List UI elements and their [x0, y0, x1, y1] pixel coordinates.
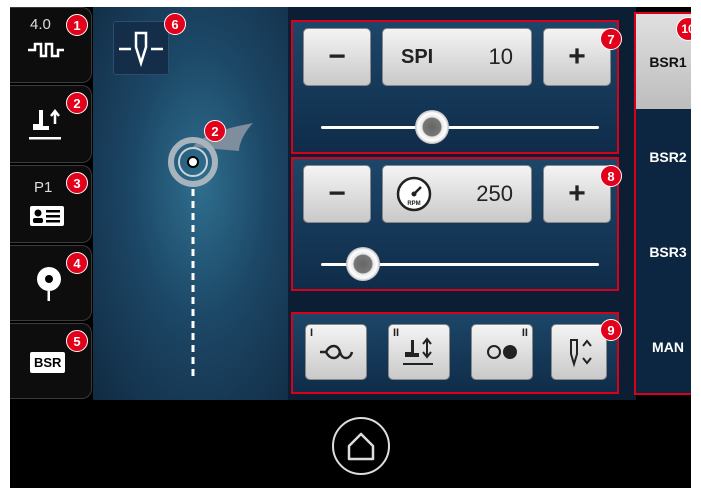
presser-foot-up-down-icon — [403, 337, 433, 365]
tab-bsr2[interactable]: BSR2 — [636, 109, 691, 204]
speed-group: − RPM 250 + 8 — [291, 157, 622, 291]
control-panel: − SPI 10 + 7 − RPM 250 + 8 I II II 9 — [288, 7, 636, 400]
mode-mark: I — [310, 327, 314, 339]
spi-minus-button[interactable]: − — [303, 28, 371, 86]
sewing-machine-screen: 4.0 1 2 P1 3 4 BSR 5 6 2 − SPI 10 + 7 − … — [10, 7, 691, 488]
spi-slider-knob[interactable] — [415, 110, 450, 144]
badge-5: 5 — [66, 330, 88, 352]
spi-slider-track — [321, 126, 599, 129]
function-group: I II II 9 — [291, 312, 622, 394]
needle-up-down-button[interactable] — [551, 324, 607, 380]
badge-4: 4 — [66, 252, 88, 274]
speed-minus-button[interactable]: − — [303, 165, 371, 223]
program-button[interactable]: P1 3 — [10, 165, 92, 243]
speedometer-icon: RPM — [396, 176, 432, 212]
bsr-tabs: BSR1 BSR2 BSR3 MAN 10 — [634, 12, 691, 395]
stitch-length-button[interactable]: 4.0 1 — [10, 7, 92, 83]
rpm-text: RPM — [407, 201, 420, 207]
presser-foot-icon — [29, 108, 61, 140]
spi-display: SPI 10 — [382, 28, 532, 86]
stitch-preview-area: 6 2 — [93, 7, 288, 400]
home-button[interactable] — [332, 417, 390, 475]
badge-3: 3 — [66, 172, 88, 194]
needle-mode-button[interactable] — [113, 21, 169, 75]
single-double-button[interactable]: II — [471, 324, 533, 380]
home-icon — [347, 432, 375, 461]
thread-tie-off-button[interactable]: I — [305, 324, 367, 380]
tab-bsr3[interactable]: BSR3 — [636, 204, 691, 299]
needle-up-down-icon — [570, 339, 592, 368]
badge-9: 9 — [600, 319, 622, 341]
badge-2: 2 — [66, 92, 88, 114]
stitch-path-icon — [168, 123, 253, 377]
speed-slider-knob[interactable] — [345, 247, 380, 281]
badge-2-canvas: 2 — [204, 120, 226, 142]
program-card-icon — [30, 206, 64, 226]
foot-lift-button[interactable]: II — [388, 324, 450, 380]
program-label: P1 — [34, 179, 53, 196]
spi-value: 10 — [488, 44, 513, 69]
badge-8: 8 — [600, 165, 622, 187]
badge-7: 7 — [600, 28, 622, 50]
knot-icon — [320, 344, 354, 360]
circle-toggle-icon — [487, 345, 517, 359]
presser-foot-button[interactable]: 2 — [10, 85, 92, 163]
speed-display: RPM 250 — [382, 165, 532, 223]
badge-1: 1 — [66, 14, 88, 36]
stitch-type-icon — [28, 42, 64, 58]
tab-man[interactable]: MAN — [636, 299, 691, 394]
mode-mark: II — [521, 327, 528, 339]
stitch-length-value: 4.0 — [30, 16, 51, 33]
bsr-label: BSR — [30, 352, 66, 373]
needle-position-button[interactable]: 4 — [10, 245, 92, 321]
spi-label: SPI — [401, 45, 434, 68]
needle-icon — [119, 31, 163, 68]
needle-position-icon — [37, 267, 61, 301]
mode-mark: II — [393, 327, 400, 339]
speed-value: 250 — [476, 181, 513, 206]
bsr-button[interactable]: BSR 5 — [10, 323, 92, 399]
badge-6: 6 — [164, 13, 186, 35]
spi-group: − SPI 10 + 7 — [291, 20, 622, 154]
